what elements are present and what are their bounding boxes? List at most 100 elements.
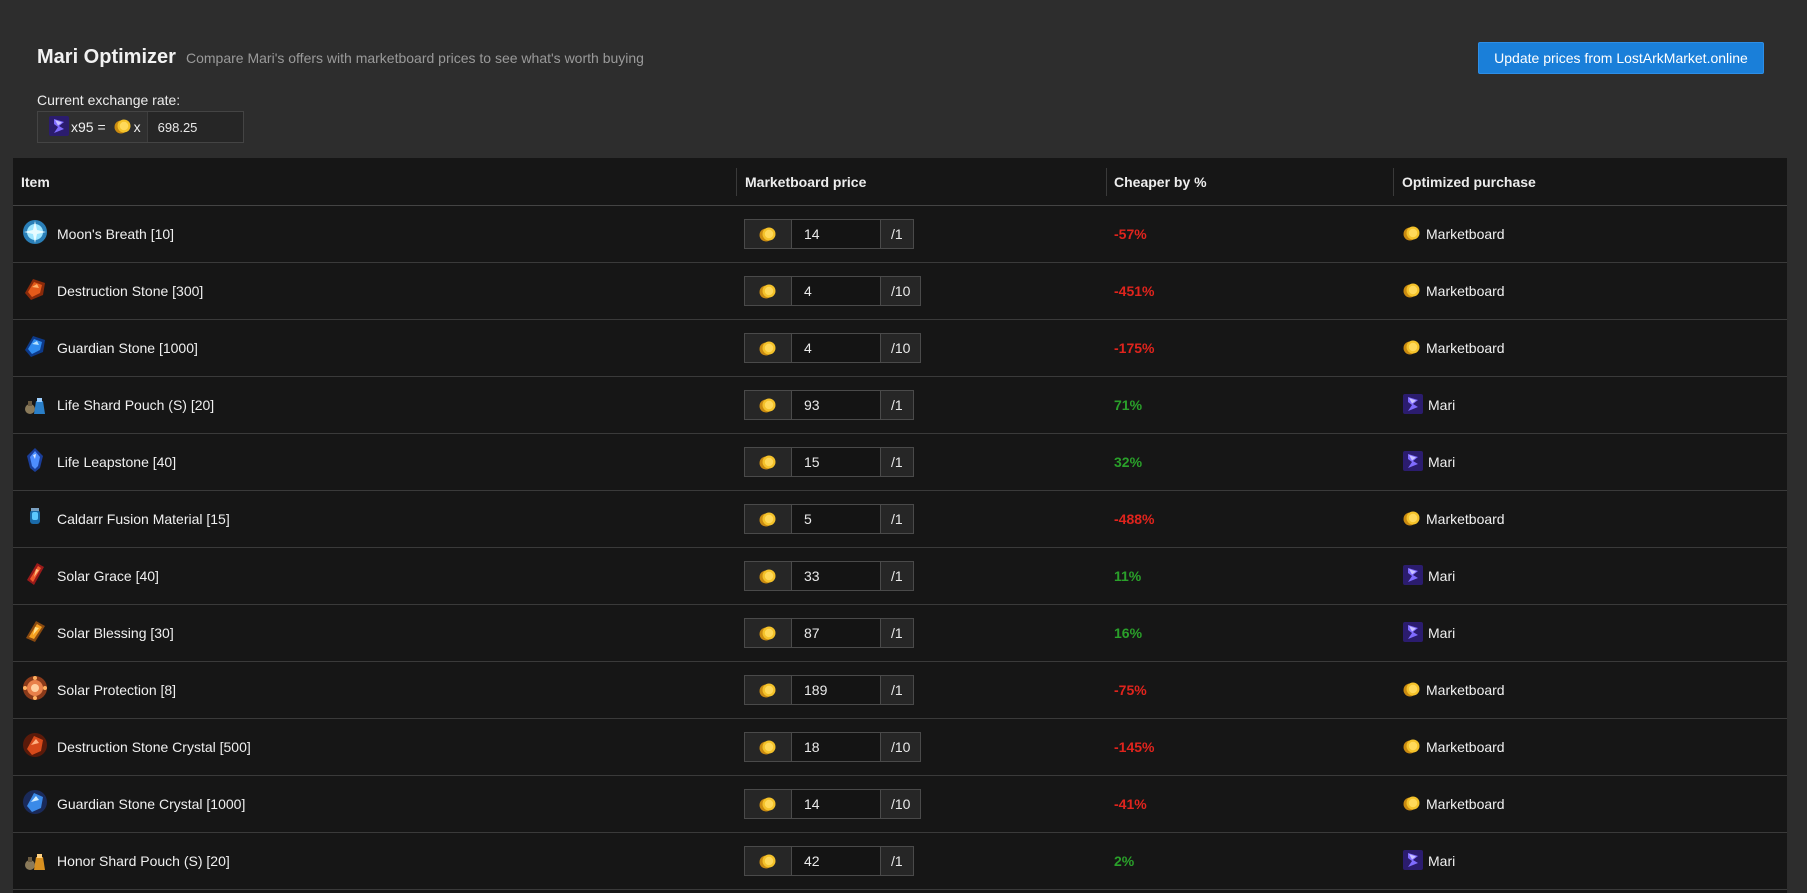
optimized-purchase-label: Mari [1428, 625, 1456, 641]
column-divider [736, 168, 737, 196]
solar-grace-icon [21, 560, 49, 593]
optimized-purchase: Mari [1402, 605, 1455, 661]
marketboard-price-input[interactable] [792, 447, 881, 477]
item-name: Guardian Stone Crystal [1000] [57, 796, 246, 812]
page-title: Mari Optimizer [37, 46, 176, 68]
marketboard-price-input[interactable] [792, 333, 881, 363]
cheaper-by-percent: -145% [1114, 739, 1155, 755]
moons-breath-icon [21, 218, 49, 251]
marketboard-price-input[interactable] [792, 561, 881, 591]
item-cell: Moon's Breath [10] [21, 206, 174, 262]
gold-icon [1402, 679, 1422, 702]
optimized-purchase-label: Marketboard [1426, 340, 1505, 356]
item-cell: Caldarr Fusion Material [15] [21, 491, 230, 547]
cheaper-by-percent: 32% [1114, 454, 1143, 470]
price-unit: /1 [881, 675, 914, 705]
optimized-purchase: Marketboard [1402, 320, 1505, 376]
table-body: Moon's Breath [10] /1 -57% Marketboard D… [13, 206, 1787, 890]
blue-crystal-icon [1402, 393, 1424, 418]
gold-icon [744, 219, 792, 249]
gold-icon [1402, 793, 1422, 816]
marketboard-price-field: /1 [744, 561, 914, 591]
exchange-rate-prefix: x95 = x [38, 112, 148, 142]
optimized-purchase: Mari [1402, 833, 1455, 889]
cheaper-by-percent: -488% [1114, 511, 1155, 527]
solar-protection-icon [21, 674, 49, 707]
item-cell: Life Shard Pouch (S) [20] [21, 377, 214, 433]
header-cheaper-by: Cheaper by % [1114, 174, 1207, 190]
gold-icon [113, 116, 133, 139]
item-name: Moon's Breath [10] [57, 226, 175, 242]
guardian-stone-crystal-icon [21, 788, 49, 821]
optimized-purchase: Mari [1402, 434, 1455, 490]
optimized-purchase-label: Mari [1428, 853, 1456, 869]
table-row: Life Shard Pouch (S) [20] /1 71% Mari [13, 377, 1787, 434]
column-divider [1106, 168, 1107, 196]
marketboard-price-input[interactable] [792, 732, 881, 762]
marketboard-price-input[interactable] [792, 789, 881, 819]
marketboard-price-input[interactable] [792, 219, 881, 249]
blue-crystal-icon [48, 115, 70, 140]
cheaper-by-percent: 2% [1114, 853, 1135, 869]
item-cell: Destruction Stone Crystal [500] [21, 719, 251, 775]
optimized-purchase-label: Marketboard [1426, 283, 1505, 299]
optimized-purchase: Marketboard [1402, 662, 1505, 718]
table-row: Moon's Breath [10] /1 -57% Marketboard [13, 206, 1787, 263]
header-marketboard-price: Marketboard price [745, 174, 867, 190]
crystal-quantity: x95 = [71, 119, 106, 135]
item-cell: Solar Blessing [30] [21, 605, 174, 661]
gold-icon [744, 276, 792, 306]
gold-suffix: x [133, 119, 141, 135]
table-row: Caldarr Fusion Material [15] /1 -488% Ma… [13, 491, 1787, 548]
marketboard-price-input[interactable] [792, 846, 881, 876]
gold-icon [744, 333, 792, 363]
price-unit: /1 [881, 390, 914, 420]
marketboard-price-field: /1 [744, 618, 914, 648]
item-name: Solar Protection [8] [57, 682, 177, 698]
marketboard-price-input[interactable] [792, 618, 881, 648]
gold-icon [1402, 280, 1422, 303]
item-name: Guardian Stone [1000] [57, 340, 198, 356]
optimized-purchase: Mari [1402, 548, 1455, 604]
blue-crystal-icon [1402, 450, 1424, 475]
price-unit: /1 [881, 447, 914, 477]
table-row: Honor Shard Pouch (S) [20] /1 2% Mari [13, 833, 1787, 890]
optimized-purchase: Mari [1402, 377, 1455, 433]
marketboard-price-field: /1 [744, 219, 914, 249]
marketboard-price-field: /10 [744, 732, 922, 762]
optimized-purchase: Marketboard [1402, 776, 1505, 832]
cheaper-by-percent: -175% [1114, 340, 1155, 356]
marketboard-price-input[interactable] [792, 504, 881, 534]
item-cell: Honor Shard Pouch (S) [20] [21, 833, 230, 889]
price-unit: /1 [881, 846, 914, 876]
update-prices-button[interactable]: Update prices from LostArkMarket.online [1478, 42, 1764, 74]
gold-icon [1402, 736, 1422, 759]
table-row: Guardian Stone Crystal [1000] /10 -41% M… [13, 776, 1787, 833]
marketboard-price-input[interactable] [792, 675, 881, 705]
blue-crystal-icon [1402, 564, 1424, 589]
item-cell: Solar Grace [40] [21, 548, 159, 604]
column-divider [1393, 168, 1394, 196]
destruction-stone-crystal-icon [21, 731, 49, 764]
cheaper-by-percent: -75% [1114, 682, 1147, 698]
marketboard-price-input[interactable] [792, 276, 881, 306]
item-cell: Guardian Stone Crystal [1000] [21, 776, 245, 832]
cheaper-by-percent: 11% [1114, 568, 1142, 584]
item-name: Caldarr Fusion Material [15] [57, 511, 230, 527]
gold-icon [1402, 223, 1422, 246]
exchange-rate-input[interactable] [147, 112, 243, 142]
gold-icon [1402, 508, 1422, 531]
price-unit: /10 [881, 789, 922, 819]
table-row: Destruction Stone Crystal [500] /10 -145… [13, 719, 1787, 776]
item-name: Solar Blessing [30] [57, 625, 174, 641]
table-row: Guardian Stone [1000] /10 -175% Marketbo… [13, 320, 1787, 377]
optimized-purchase-label: Marketboard [1426, 682, 1505, 698]
price-unit: /1 [881, 618, 914, 648]
header-item: Item [21, 174, 50, 190]
gold-icon [744, 732, 792, 762]
marketboard-price-input[interactable] [792, 390, 881, 420]
header-optimized-purchase: Optimized purchase [1402, 174, 1536, 190]
page-header: Mari Optimizer Compare Mari's offers wit… [0, 0, 1807, 158]
item-cell: Destruction Stone [300] [21, 263, 203, 319]
item-cell: Guardian Stone [1000] [21, 320, 198, 376]
